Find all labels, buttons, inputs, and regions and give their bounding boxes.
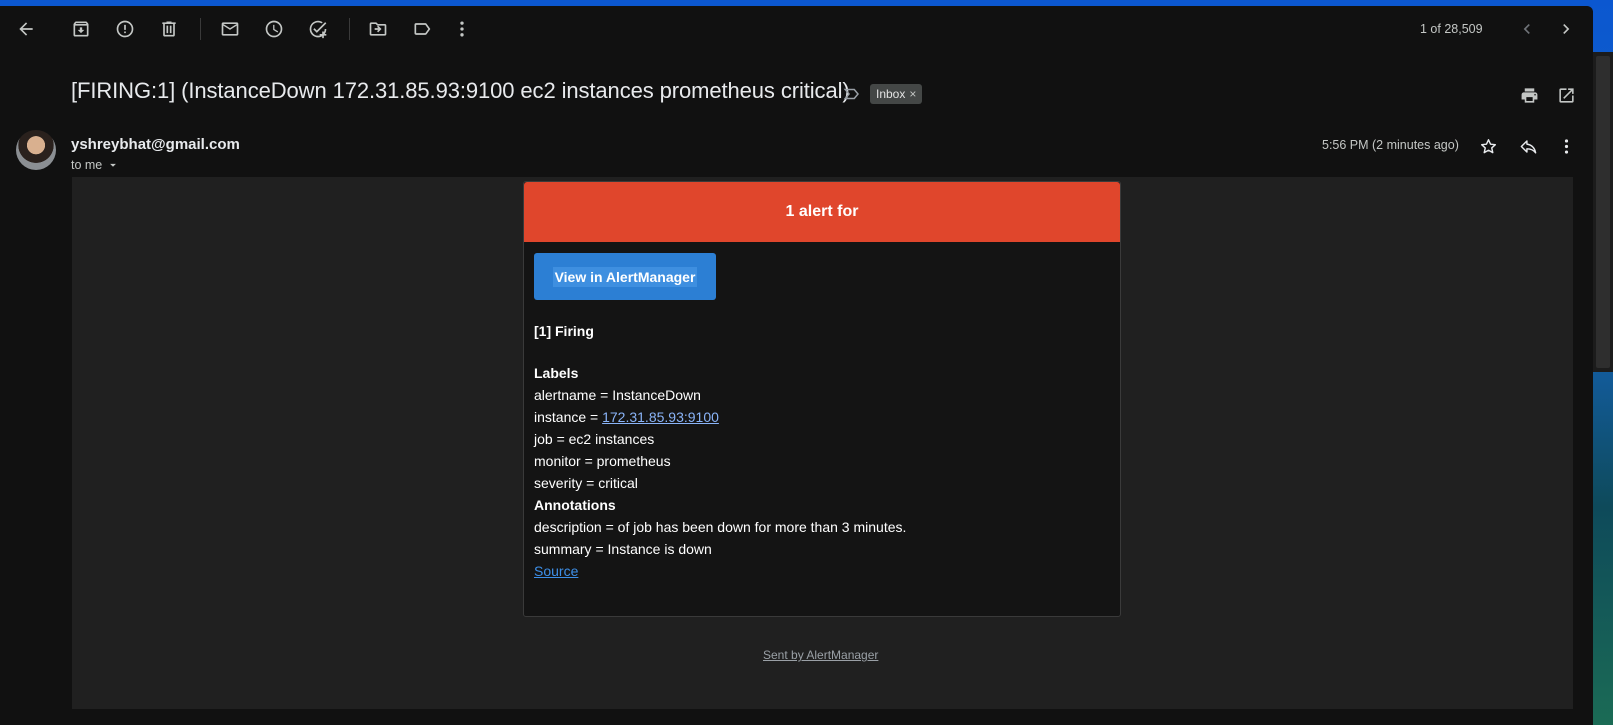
instance-link[interactable]: 172.31.85.93:9100 xyxy=(602,409,719,425)
star-icon xyxy=(1480,138,1496,153)
open-in-new-icon xyxy=(1558,87,1574,103)
email-subject: [FIRING:1] (InstanceDown 172.31.85.93:91… xyxy=(71,78,850,103)
reply-button[interactable] xyxy=(1513,131,1543,161)
recipient-details-toggle[interactable]: to me xyxy=(71,158,120,172)
annotation-description: description = of job has been down for m… xyxy=(534,519,907,535)
more-actions-button[interactable] xyxy=(445,12,479,46)
arrow-left-icon xyxy=(19,22,33,36)
importance-marker[interactable] xyxy=(843,85,861,103)
add-task-icon xyxy=(309,20,327,39)
pager-count: 1 of 28,509 xyxy=(1420,22,1483,36)
folder-move-icon xyxy=(369,22,387,36)
label-alertname: alertname = InstanceDown xyxy=(534,387,701,403)
alert-header: 1 alert for xyxy=(524,182,1120,242)
open-in-new-window-button[interactable] xyxy=(1551,80,1581,110)
alert-card: 1 alert for View in AlertManager [1] Fir… xyxy=(523,181,1121,617)
button-label: View in AlertManager xyxy=(552,266,698,287)
toolbar-divider xyxy=(200,18,201,40)
add-to-tasks-button[interactable] xyxy=(301,12,335,46)
sent-by-alertmanager-link[interactable]: Sent by AlertManager xyxy=(763,648,878,662)
instance-prefix: instance = xyxy=(534,409,603,425)
scrollbar-thumb[interactable] xyxy=(1596,56,1610,368)
star-button[interactable] xyxy=(1473,131,1503,161)
label-instance: instance = 172.31.85.93:9100 xyxy=(534,409,719,425)
message-more-button[interactable] xyxy=(1551,131,1581,161)
report-icon xyxy=(116,20,134,38)
view-in-alertmanager-button[interactable]: View in AlertManager xyxy=(534,253,716,300)
recipient-text: to me xyxy=(71,158,103,172)
more-vert-icon xyxy=(1564,138,1568,154)
newer-button[interactable] xyxy=(1510,12,1544,46)
source-link[interactable]: Source xyxy=(534,563,578,579)
chevron-right-icon xyxy=(1563,24,1570,34)
clock-icon xyxy=(265,20,283,38)
report-spam-button[interactable] xyxy=(108,12,142,46)
archive-button[interactable] xyxy=(64,12,98,46)
reply-icon xyxy=(1520,139,1536,154)
inbox-label-chip: Inbox × xyxy=(870,84,923,104)
toolbar-divider xyxy=(349,18,350,40)
gmail-window: 1 of 28,509 [FIRING:1] (InstanceDown 172… xyxy=(0,6,1593,725)
label-job: job = ec2 instances xyxy=(534,431,655,447)
move-to-button[interactable] xyxy=(361,12,395,46)
caret-down-icon xyxy=(110,163,117,167)
remove-label-button[interactable]: × xyxy=(909,87,916,101)
importance-icon xyxy=(843,88,859,100)
labels-heading: Labels xyxy=(534,365,579,381)
mail-icon xyxy=(221,22,239,36)
annotations-heading: Annotations xyxy=(534,497,616,513)
sender-avatar[interactable] xyxy=(16,130,56,170)
firing-heading: [1] Firing xyxy=(534,323,594,339)
message-toolbar: 1 of 28,509 xyxy=(0,6,1593,52)
label-severity: severity = critical xyxy=(534,475,638,491)
label-text: Inbox xyxy=(876,87,906,101)
annotation-summary: summary = Instance is down xyxy=(534,541,712,557)
print-icon xyxy=(1521,87,1537,103)
sender-email[interactable]: yshreybhat@gmail.com xyxy=(71,136,240,153)
back-button[interactable] xyxy=(9,12,43,46)
trash-icon xyxy=(162,21,176,37)
labels-button[interactable] xyxy=(405,12,439,46)
label-icon xyxy=(414,23,431,35)
message-timestamp: 5:56 PM (2 minutes ago) xyxy=(1322,138,1459,152)
mark-unread-button[interactable] xyxy=(213,12,247,46)
print-all-button[interactable] xyxy=(1514,80,1544,110)
more-vert-icon xyxy=(460,21,464,37)
chevron-left-icon xyxy=(1523,24,1530,34)
label-monitor: monitor = prometheus xyxy=(534,453,671,469)
snooze-button[interactable] xyxy=(257,12,291,46)
archive-icon xyxy=(73,21,89,37)
delete-button[interactable] xyxy=(152,12,186,46)
older-button[interactable] xyxy=(1549,12,1583,46)
